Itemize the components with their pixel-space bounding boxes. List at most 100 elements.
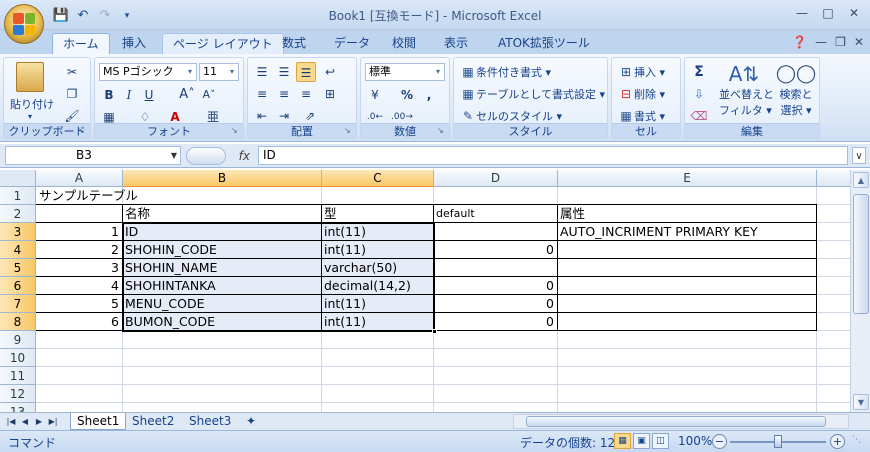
- comma-button[interactable]: ,: [419, 85, 439, 105]
- scroll-down-icon[interactable]: ▼: [853, 394, 869, 410]
- cell-d2[interactable]: default: [434, 205, 477, 223]
- zoom-level[interactable]: 100%: [678, 434, 712, 448]
- align-middle-icon[interactable]: ☰: [274, 62, 294, 82]
- vertical-scrollbar[interactable]: ▲ ▼: [850, 170, 870, 412]
- formula-input[interactable]: ID: [258, 146, 848, 165]
- vertical-scroll-thumb[interactable]: [853, 194, 869, 314]
- cell-d8[interactable]: 0: [434, 313, 557, 331]
- cell-b7[interactable]: MENU_CODE: [123, 295, 207, 313]
- grow-font-icon[interactable]: A˄: [177, 85, 197, 105]
- page-break-view-icon[interactable]: ◫: [652, 433, 669, 449]
- ribbon-minimize-button[interactable]: —: [815, 35, 827, 49]
- tab-home[interactable]: ホーム: [52, 33, 110, 54]
- cell-e8[interactable]: [558, 313, 562, 331]
- row-header-12[interactable]: 12: [0, 385, 36, 403]
- cell-c7[interactable]: int(11): [322, 295, 368, 313]
- italic-button[interactable]: I: [119, 85, 139, 105]
- next-sheet-icon[interactable]: ▶: [32, 414, 46, 429]
- prev-sheet-icon[interactable]: ◀: [18, 414, 32, 429]
- row-header-3[interactable]: 3: [0, 223, 36, 241]
- name-box[interactable]: B3 ▼: [5, 146, 181, 165]
- page-layout-view-icon[interactable]: ▣: [633, 433, 650, 449]
- bold-button[interactable]: B: [99, 85, 119, 105]
- row-header-4[interactable]: 4: [0, 241, 36, 259]
- dialog-launcher-icon[interactable]: ↘: [78, 126, 88, 136]
- copy-icon[interactable]: ❐: [62, 84, 82, 104]
- close-button[interactable]: ✕: [844, 4, 864, 22]
- office-button[interactable]: [4, 4, 44, 44]
- merge-center-icon[interactable]: ⊞: [320, 84, 340, 104]
- format-cells-button[interactable]: ▦ 書式 ▾: [618, 108, 665, 124]
- select-all-button[interactable]: [0, 170, 36, 187]
- column-header-d[interactable]: D: [434, 170, 558, 187]
- column-header-e[interactable]: E: [558, 170, 817, 187]
- cell-e3[interactable]: AUTO_INCRIMENT PRIMARY KEY: [558, 223, 760, 241]
- currency-icon[interactable]: ¥: [365, 85, 385, 105]
- ribbon-restore-button[interactable]: ❐: [835, 35, 846, 49]
- workbook-close-button[interactable]: ✕: [854, 35, 864, 49]
- tab-data[interactable]: データ: [324, 33, 380, 54]
- column-header-b[interactable]: B: [123, 170, 322, 187]
- shrink-font-icon[interactable]: A˅: [199, 85, 219, 105]
- row-header-2[interactable]: 2: [0, 205, 36, 223]
- horizontal-scroll-thumb[interactable]: [526, 416, 826, 427]
- cell-d3[interactable]: [434, 223, 557, 241]
- tab-formulas[interactable]: 数式: [272, 33, 316, 54]
- horizontal-scrollbar[interactable]: [513, 414, 849, 429]
- sheet-tab-2[interactable]: Sheet2: [126, 413, 180, 430]
- cell-a6[interactable]: 4: [36, 277, 122, 295]
- insert-sheet-icon[interactable]: ✦: [240, 413, 262, 430]
- autosum-button[interactable]: Σ: [689, 62, 709, 82]
- cell-d5[interactable]: [434, 259, 557, 277]
- conditional-formatting-button[interactable]: ▦ 条件付き書式 ▾: [460, 64, 551, 80]
- row-header-10[interactable]: 10: [0, 349, 36, 367]
- underline-button[interactable]: U: [139, 85, 159, 105]
- dialog-launcher-icon[interactable]: ↘: [437, 126, 447, 136]
- help-icon[interactable]: ❓: [792, 35, 807, 49]
- cell-c4[interactable]: int(11): [322, 241, 368, 259]
- sheet-tab-3[interactable]: Sheet3: [183, 413, 237, 430]
- status-count[interactable]: データの個数: 12: [520, 434, 615, 451]
- font-name-combo[interactable]: MS Pゴシック ▾: [99, 63, 197, 81]
- cell-c3[interactable]: int(11): [322, 223, 368, 241]
- cell-a1[interactable]: サンプルテーブル: [37, 187, 140, 205]
- normal-view-icon[interactable]: ▦: [614, 433, 631, 449]
- row-header-7[interactable]: 7: [0, 295, 36, 313]
- sheet-tab-1[interactable]: Sheet1: [70, 413, 127, 430]
- dialog-launcher-icon[interactable]: ↘: [344, 126, 354, 136]
- cell-b6[interactable]: SHOHINTANKA: [123, 277, 218, 295]
- wrap-text-icon[interactable]: ↩: [320, 62, 340, 82]
- cell-b8[interactable]: BUMON_CODE: [123, 313, 217, 331]
- fill-icon[interactable]: ⇩: [689, 84, 709, 104]
- tab-view[interactable]: 表示: [434, 33, 478, 54]
- align-center-icon[interactable]: ≡: [274, 84, 294, 104]
- insert-cells-button[interactable]: ⊞ 挿入 ▾: [618, 64, 665, 80]
- cell-b3[interactable]: ID: [123, 223, 140, 241]
- cell-b4[interactable]: SHOHIN_CODE: [123, 241, 219, 259]
- cell-a4[interactable]: 2: [36, 241, 122, 259]
- last-sheet-icon[interactable]: ▶|: [46, 414, 60, 429]
- format-as-table-button[interactable]: ▦ テーブルとして書式設定 ▾: [460, 86, 605, 102]
- cell-a5[interactable]: 3: [36, 259, 122, 277]
- cell-c8[interactable]: int(11): [322, 313, 368, 331]
- align-left-icon[interactable]: ≡: [252, 84, 272, 104]
- row-header-8[interactable]: 8: [0, 313, 36, 331]
- zoom-slider-knob[interactable]: [774, 435, 782, 448]
- sort-filter-button[interactable]: A⇅ 並べ替えと フィルタ ▾: [719, 62, 774, 118]
- scroll-up-icon[interactable]: ▲: [853, 172, 869, 188]
- insert-function-button[interactable]: fx: [186, 147, 256, 165]
- cell-d6[interactable]: 0: [434, 277, 557, 295]
- tab-review[interactable]: 校閲: [382, 33, 426, 54]
- row-header-9[interactable]: 9: [0, 331, 36, 349]
- delete-cells-button[interactable]: ⊟ 削除 ▾: [618, 86, 665, 102]
- cell-c5[interactable]: varchar(50): [322, 259, 399, 277]
- tab-page-layout[interactable]: ページ レイアウト: [162, 33, 284, 54]
- cell-a8[interactable]: 6: [36, 313, 122, 331]
- number-format-combo[interactable]: 標準 ▾: [365, 63, 445, 81]
- minimize-button[interactable]: —: [792, 4, 812, 22]
- row-header-13[interactable]: 13: [0, 403, 36, 412]
- zoom-out-icon[interactable]: −: [712, 434, 727, 449]
- paste-button[interactable]: 貼り付け ▾: [10, 62, 54, 121]
- cell-d7[interactable]: 0: [434, 295, 557, 313]
- dialog-launcher-icon[interactable]: ↘: [231, 126, 241, 136]
